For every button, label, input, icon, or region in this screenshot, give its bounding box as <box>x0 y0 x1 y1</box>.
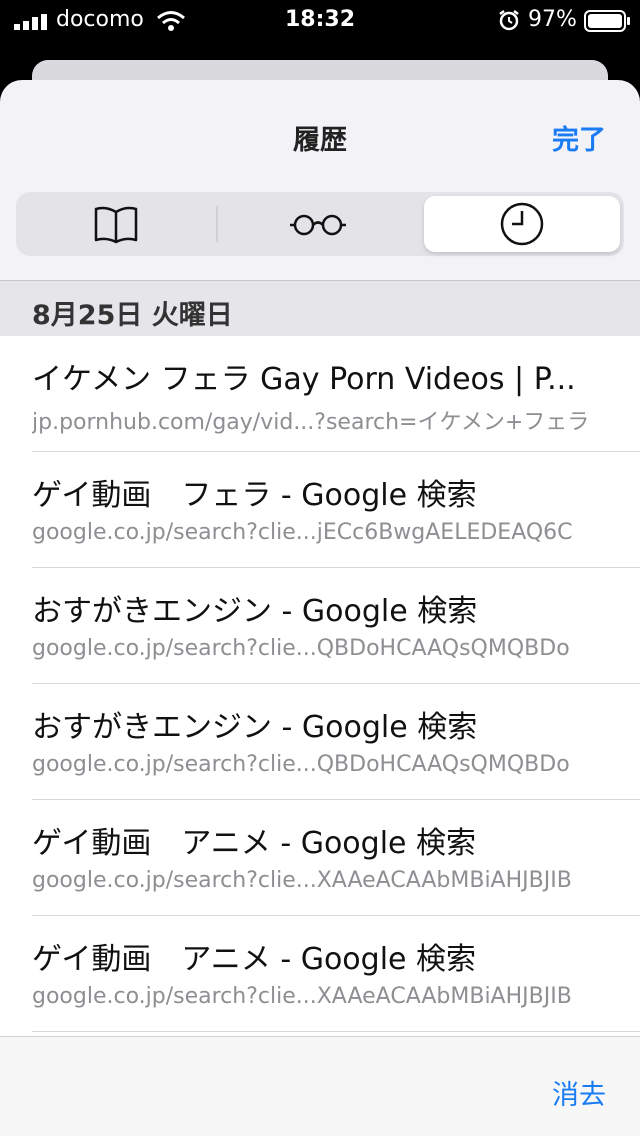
status-bar: docomo 18:32 97% <box>0 0 640 40</box>
battery-percent: 97% <box>528 7 577 32</box>
history-item[interactable]: イケメン フェラ Gay Porn Videos | P... jp.pornh… <box>0 336 640 452</box>
history-item-title: おすがきエンジン - Google 検索 <box>32 710 478 745</box>
history-item-url: google.co.jp/search?clie...XAAeACAAbMBiA… <box>32 868 572 893</box>
history-item[interactable]: ゲイ動画 アニメ - Google 検索 google.co.jp/search… <box>0 800 640 916</box>
history-item-title: イケメン フェラ Gay Porn Videos | P... <box>32 362 576 397</box>
history-item-title: ゲイ動画 アニメ - Google 検索 <box>32 826 477 861</box>
section-header: 8月25日 火曜日 <box>0 280 640 337</box>
history-item-url: google.co.jp/search?clie...jECc6BwgAELED… <box>32 520 573 545</box>
tab-bookmarks[interactable] <box>16 192 216 256</box>
history-item[interactable]: ゲイ動画 フェラ - Google 検索 google.co.jp/search… <box>0 452 640 568</box>
history-item-url: jp.pornhub.com/gay/vid...?search=イケメン+フェ… <box>32 410 590 435</box>
history-item[interactable]: おすがきエンジン - Google 検索 google.co.jp/search… <box>0 684 640 800</box>
tab-history[interactable] <box>424 196 620 252</box>
bottom-toolbar: 消去 <box>0 1036 640 1136</box>
history-item[interactable]: おすがきエンジン - Google 検索 google.co.jp/search… <box>0 568 640 684</box>
history-item[interactable]: ゲイ動画 アニメ - Google 検索 google.co.jp/search… <box>0 916 640 1032</box>
sheet-title: 履歴 <box>293 125 347 156</box>
segmented-control <box>16 192 624 256</box>
history-item-url: google.co.jp/search?clie...QBDoHCAAQsQMQ… <box>32 752 570 777</box>
alarm-icon <box>499 10 519 31</box>
history-item-url: google.co.jp/search?clie...XAAeACAAbMBiA… <box>32 984 572 1009</box>
battery-icon <box>584 10 630 32</box>
date-header: 8月25日 火曜日 <box>32 300 233 331</box>
book-icon <box>94 206 138 244</box>
clear-history-button[interactable]: 消去 <box>552 1073 606 1112</box>
history-item-title: ゲイ動画 アニメ - Google 検索 <box>32 942 477 977</box>
history-item-url: google.co.jp/search?clie...QBDoHCAAQsQMQ… <box>32 636 570 661</box>
tab-reading-list[interactable] <box>218 192 418 256</box>
glasses-icon <box>290 214 346 236</box>
history-sheet: 履歴 完了 8月25日 火曜日 イケメン フェラ Gay Porn Videos… <box>0 80 640 1136</box>
history-list: イケメン フェラ Gay Porn Videos | P... jp.pornh… <box>0 336 640 1036</box>
history-item-title: ゲイ動画 フェラ - Google 検索 <box>32 478 477 513</box>
clock-icon <box>500 202 544 246</box>
row-separator <box>32 1031 640 1032</box>
done-button[interactable]: 完了 <box>552 118 606 157</box>
history-item-title: おすがきエンジン - Google 検索 <box>32 594 478 629</box>
